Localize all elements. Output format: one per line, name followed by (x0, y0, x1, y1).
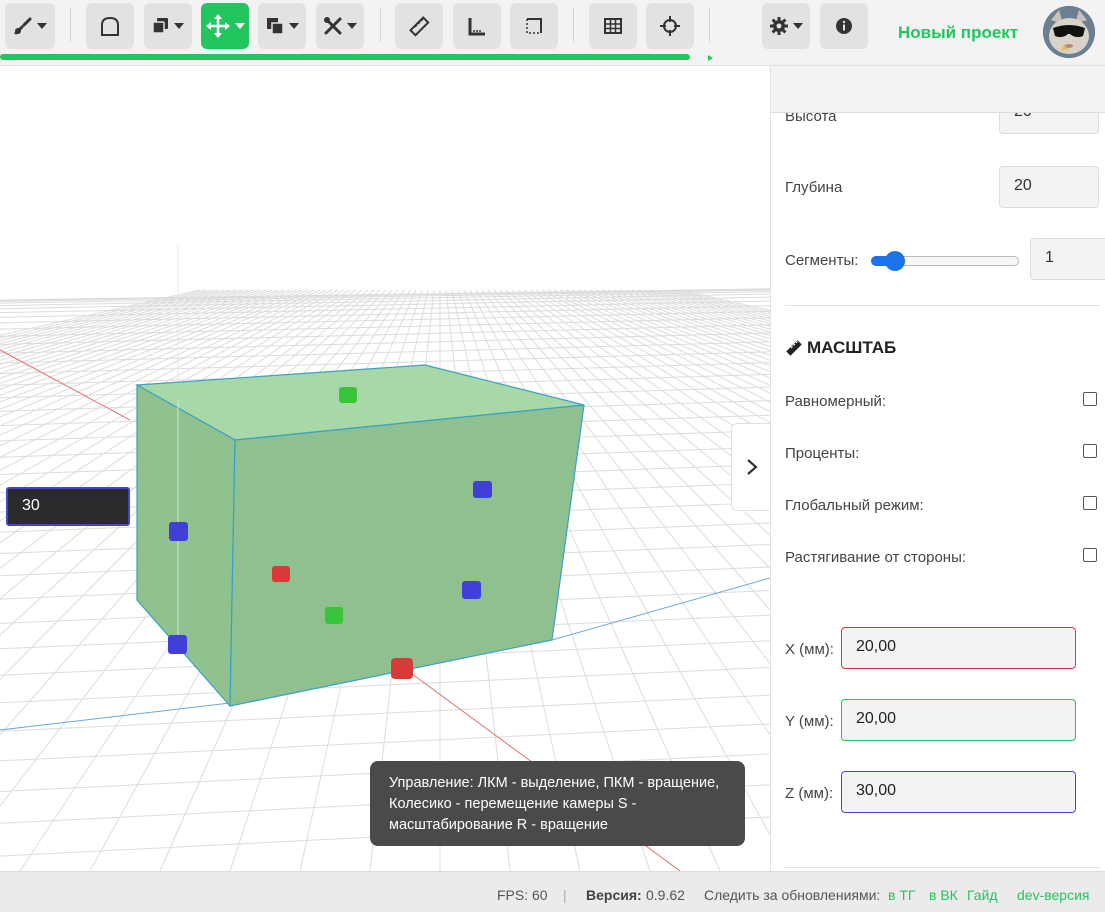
blue-handle[interactable] (168, 635, 187, 654)
move-tool-button[interactable] (201, 3, 249, 49)
y-label: Y (мм): (785, 713, 834, 730)
section-divider (785, 305, 1100, 306)
crosshair-icon (660, 16, 680, 36)
dev-version-link[interactable]: dev-версия (1017, 887, 1090, 903)
avatar[interactable] (1043, 6, 1095, 58)
chevron-down-icon (37, 23, 47, 29)
toolbar-divider (70, 8, 71, 42)
status-bar: FPS: 60 | Версия: 0.9.62 Следить за обно… (0, 871, 1105, 912)
chevron-right-icon (746, 459, 758, 475)
info-icon (836, 18, 852, 34)
global-mode-checkbox[interactable] (1083, 496, 1097, 510)
top-toolbar: Новый проект (0, 0, 1105, 66)
progress-marker (708, 55, 713, 61)
grid-toggle-button[interactable] (589, 3, 637, 49)
depth-label: Глубина (785, 179, 843, 196)
ruler-icon (786, 340, 802, 356)
z-label: Z (мм): (785, 785, 834, 802)
global-mode-label: Глобальный режим: (785, 497, 924, 514)
x-input[interactable]: 20,00 (841, 627, 1076, 669)
chevron-down-icon (235, 23, 245, 29)
toolbar-divider (573, 8, 574, 42)
boolean-tool-button[interactable] (258, 3, 306, 49)
segments-slider-thumb[interactable] (885, 251, 905, 271)
bounding-box-icon (526, 18, 542, 34)
side-stretch-label: Растягивание от стороны: (785, 549, 967, 566)
blue-handle[interactable] (473, 481, 492, 498)
red-handle[interactable] (391, 658, 413, 679)
chevron-down-icon (289, 23, 299, 29)
depth-input[interactable]: 20 (999, 166, 1099, 208)
shape-button[interactable] (86, 3, 134, 49)
segments-label: Сегменты: (785, 252, 859, 269)
chevron-down-icon (793, 23, 803, 29)
y-input[interactable]: 20,00 (841, 699, 1076, 741)
toolbar-divider (709, 8, 710, 42)
gear-icon (770, 17, 788, 35)
toolbar-divider (380, 8, 381, 42)
square-ruler-icon (468, 18, 485, 36)
copy-tool-button[interactable] (144, 3, 192, 49)
brush-icon (14, 17, 32, 35)
bounding-box-button[interactable] (510, 3, 558, 49)
selected-box-mesh[interactable] (134, 364, 585, 708)
project-name[interactable]: Новый проект (898, 23, 1018, 43)
progress-bar (0, 54, 690, 60)
properties-panel: Высота 20 Глубина 20 Сегменты: 1 МАСШТАБ… (770, 66, 1105, 871)
status-separator: | (563, 887, 567, 903)
panel-tabs-overlay (771, 66, 1105, 113)
red-handle[interactable] (272, 566, 290, 582)
percent-label: Проценты: (785, 445, 860, 462)
green-handle[interactable] (325, 607, 343, 624)
3d-viewport[interactable]: 30 Управление: ЛКМ - выделение, ПКМ - вр… (0, 66, 770, 871)
vk-link[interactable]: в ВК (929, 887, 958, 903)
z-axis-line (551, 577, 770, 641)
blue-handle[interactable] (169, 522, 188, 541)
guide-link[interactable]: Гайд (967, 887, 998, 903)
panel-toggle-button[interactable] (731, 423, 770, 511)
x-label: X (мм): (785, 641, 834, 658)
chevron-down-icon (347, 23, 357, 29)
move-arrows-icon (206, 14, 230, 38)
z-input[interactable]: 30,00 (841, 771, 1076, 813)
user-avatar-image (1043, 6, 1095, 58)
draw-tool-button[interactable] (5, 3, 55, 49)
settings-button[interactable] (762, 3, 810, 49)
blue-handle[interactable] (462, 581, 481, 599)
side-stretch-checkbox[interactable] (1083, 548, 1097, 562)
scene-canvas[interactable] (0, 66, 770, 871)
grid-icon (604, 18, 622, 34)
copy-icon (152, 18, 168, 34)
snap-button[interactable] (646, 3, 694, 49)
info-button[interactable] (820, 3, 868, 49)
arch-shape-icon (101, 16, 119, 36)
scale-section-title: МАСШТАБ (785, 338, 896, 358)
tools-icon (324, 17, 342, 35)
percent-checkbox[interactable] (1083, 444, 1097, 458)
follow-label: Следить за обновлениями: (704, 887, 881, 903)
dimension-input[interactable]: 30 (6, 487, 130, 526)
green-handle[interactable] (339, 387, 357, 403)
tools-button[interactable] (316, 3, 364, 49)
section-divider (785, 867, 1100, 868)
ruler-icon (409, 16, 430, 37)
angle-measure-button[interactable] (453, 3, 501, 49)
scale-title-text: МАСШТАБ (807, 338, 897, 357)
measure-button[interactable] (395, 3, 443, 49)
boolean-union-icon (267, 18, 284, 35)
controls-tooltip: Управление: ЛКМ - выделение, ПКМ - враще… (370, 761, 745, 846)
telegram-link[interactable]: в ТГ (888, 887, 915, 903)
fps-counter: FPS: 60 (497, 887, 548, 903)
uniform-label: Равномерный: (785, 393, 887, 410)
segments-input[interactable]: 1 (1030, 238, 1105, 280)
version-value: 0.9.62 (646, 887, 685, 903)
uniform-checkbox[interactable] (1083, 392, 1097, 406)
chevron-down-icon (174, 23, 184, 29)
version-label: Версия: (586, 887, 642, 903)
